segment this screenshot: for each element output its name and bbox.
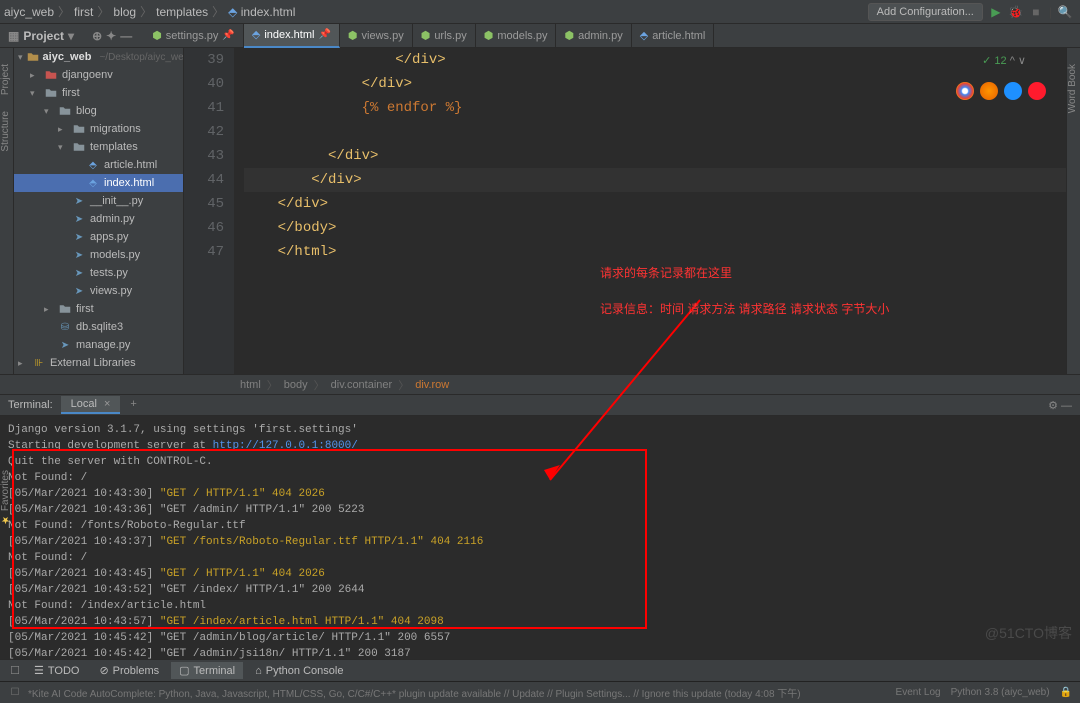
favorites-tab[interactable]: ★ Favorites [0,470,11,525]
bottom-tab[interactable]: ⊘Problems [91,662,167,679]
crumb-item[interactable]: templates [156,5,208,19]
tree-item[interactable]: ✎Scratches and Consoles [14,372,183,374]
project-tree[interactable]: ▾aiyc_web~/Desktop/aiyc_we▸djangoenv▾fir… [14,48,184,374]
breadcrumb-item[interactable]: div.row [415,379,449,391]
tree-item[interactable]: ▾first [14,84,183,102]
warning-icon[interactable]: ☐ [8,664,22,678]
project-dropdown[interactable]: ▦ Project ▾ ⊕ ✦ — [0,29,140,43]
terminal-header: Terminal: Local × + ⚙ — [0,394,1080,416]
editor-tab[interactable]: ⬢urls.py [413,24,476,48]
tree-item[interactable]: ➤tests.py [14,264,183,282]
interpreter-label[interactable]: Python 3.8 (aiyc_web) [951,687,1050,698]
breadcrumb-item[interactable]: html [240,379,261,391]
terminal-line: [05/Mar/2021 10:43:52] "GET /index/ HTTP… [8,582,1072,598]
stop-icon[interactable]: ■ [1029,5,1043,19]
tree-item[interactable]: ➤admin.py [14,210,183,228]
tree-item[interactable]: ⬘index.html [14,174,183,192]
tree-item[interactable]: ➤views.py [14,282,183,300]
editor-breadcrumb[interactable]: html〉body〉div.container〉div.row [0,374,1080,394]
terminal-line: [05/Mar/2021 10:43:36] "GET /admin/ HTTP… [8,502,1072,518]
terminal-line: [05/Mar/2021 10:43:37] "GET /fonts/Robot… [8,534,1072,550]
hide-toolwindows-icon[interactable]: ☐ [8,686,22,700]
bottom-tab[interactable]: ☰TODO [26,662,87,679]
terminal-line: [05/Mar/2021 10:45:42] "GET /admin/jsi18… [8,646,1072,662]
tree-item[interactable]: ⛁db.sqlite3 [14,318,183,336]
debug-icon[interactable]: 🐞 [1009,5,1023,19]
crumb-item[interactable]: blog [113,5,136,19]
tab-row: ▦ Project ▾ ⊕ ✦ — ⬢settings.py📌⬘index.ht… [0,24,1080,48]
editor-tab[interactable]: ⬢settings.py📌 [144,24,244,48]
server-url-link[interactable]: http://127.0.0.1:8000/ [213,440,358,452]
lock-icon[interactable]: 🔒 [1060,687,1072,698]
terminal-output[interactable]: Django version 3.1.7, using settings 'fi… [0,416,1080,659]
bottom-toolbar: ☐ ☰TODO⊘Problems▢Terminal⌂Python Console [0,659,1080,681]
editor-tab[interactable]: ⬢admin.py [556,24,631,48]
editor-tab[interactable]: ⬢models.py [476,24,557,48]
editor-tab[interactable]: ⬘article.html [632,24,715,48]
terminal-tab-local[interactable]: Local × [61,396,121,414]
terminal-line: Starting development server at http://12… [8,438,1072,454]
crumb-item[interactable]: first [74,5,93,19]
right-toolwindow-bar[interactable]: Word Book [1066,48,1080,374]
tree-item[interactable]: ▸djangoenv [14,66,183,84]
left-toolwindow-bar[interactable]: Project Structure [0,48,14,374]
terminal-settings-icon[interactable]: ⚙ — [1048,399,1072,412]
annotation-line-1: 请求的每条记录都在这里 [600,264,732,281]
tree-item[interactable]: ▸⊪External Libraries [14,354,183,372]
tree-item[interactable]: ➤__init__.py [14,192,183,210]
crumb-item[interactable]: aiyc_web [4,5,54,19]
tree-item[interactable]: ➤apps.py [14,228,183,246]
crumb-item[interactable]: ⬘ index.html [228,5,295,19]
terminal-title: Terminal: [8,399,53,411]
status-message[interactable]: *Kite AI Code AutoComplete: Python, Java… [28,685,801,700]
code-editor[interactable]: ✓ 12 ^ ∨ 394041424344454647 </div> </div… [184,48,1066,374]
terminal-line: [05/Mar/2021 10:43:30] "GET / HTTP/1.1" … [8,486,1072,502]
watermark: @51CTO博客 [985,623,1072,643]
bottom-tab[interactable]: ⌂Python Console [247,663,351,679]
editor-tab[interactable]: ⬘index.html📌 [244,24,340,48]
tree-item[interactable]: ▾blog [14,102,183,120]
event-log-button[interactable]: Event Log [896,687,941,698]
status-bar: ☐ *Kite AI Code AutoComplete: Python, Ja… [0,681,1080,703]
editor-tab[interactable]: ⬢views.py [340,24,413,48]
search-icon[interactable]: 🔍 [1058,5,1072,19]
terminal-line: Not Found: /index/article.html [8,598,1072,614]
bottom-tab[interactable]: ▢Terminal [171,662,243,679]
tree-item[interactable]: ▸first [14,300,183,318]
annotation-line-2: 记录信息：时间 请求方法 请求路径 请求状态 字节大小 [600,300,889,317]
terminal-line: Quit the server with CONTROL-C. [8,454,1072,470]
terminal-line: Not Found: / [8,470,1072,486]
tree-item[interactable]: ⬘article.html [14,156,183,174]
tree-item[interactable]: ▾aiyc_web~/Desktop/aiyc_we [14,48,183,66]
tree-item[interactable]: ➤manage.py [14,336,183,354]
terminal-line: Not Found: /fonts/Roboto-Regular.ttf [8,518,1072,534]
tree-item[interactable]: ▸migrations [14,120,183,138]
terminal-line: [05/Mar/2021 10:43:45] "GET / HTTP/1.1" … [8,566,1072,582]
terminal-add-tab[interactable]: + [122,396,144,414]
breadcrumb-item[interactable]: body [284,379,308,391]
tree-item[interactable]: ▾templates [14,138,183,156]
tree-item[interactable]: ➤models.py [14,246,183,264]
terminal-line: [05/Mar/2021 10:45:42] "GET /admin/blog/… [8,630,1072,646]
terminal-line: Django version 3.1.7, using settings 'fi… [8,422,1072,438]
terminal-line: [05/Mar/2021 10:43:57] "GET /index/artic… [8,614,1072,630]
path-bar: aiyc_web〉first〉blog〉templates〉⬘ index.ht… [0,0,1080,24]
add-configuration-button[interactable]: Add Configuration... [868,3,983,21]
run-icon[interactable]: ▶ [989,5,1003,19]
breadcrumb-item[interactable]: div.container [331,379,393,391]
terminal-line: Not Found: / [8,550,1072,566]
